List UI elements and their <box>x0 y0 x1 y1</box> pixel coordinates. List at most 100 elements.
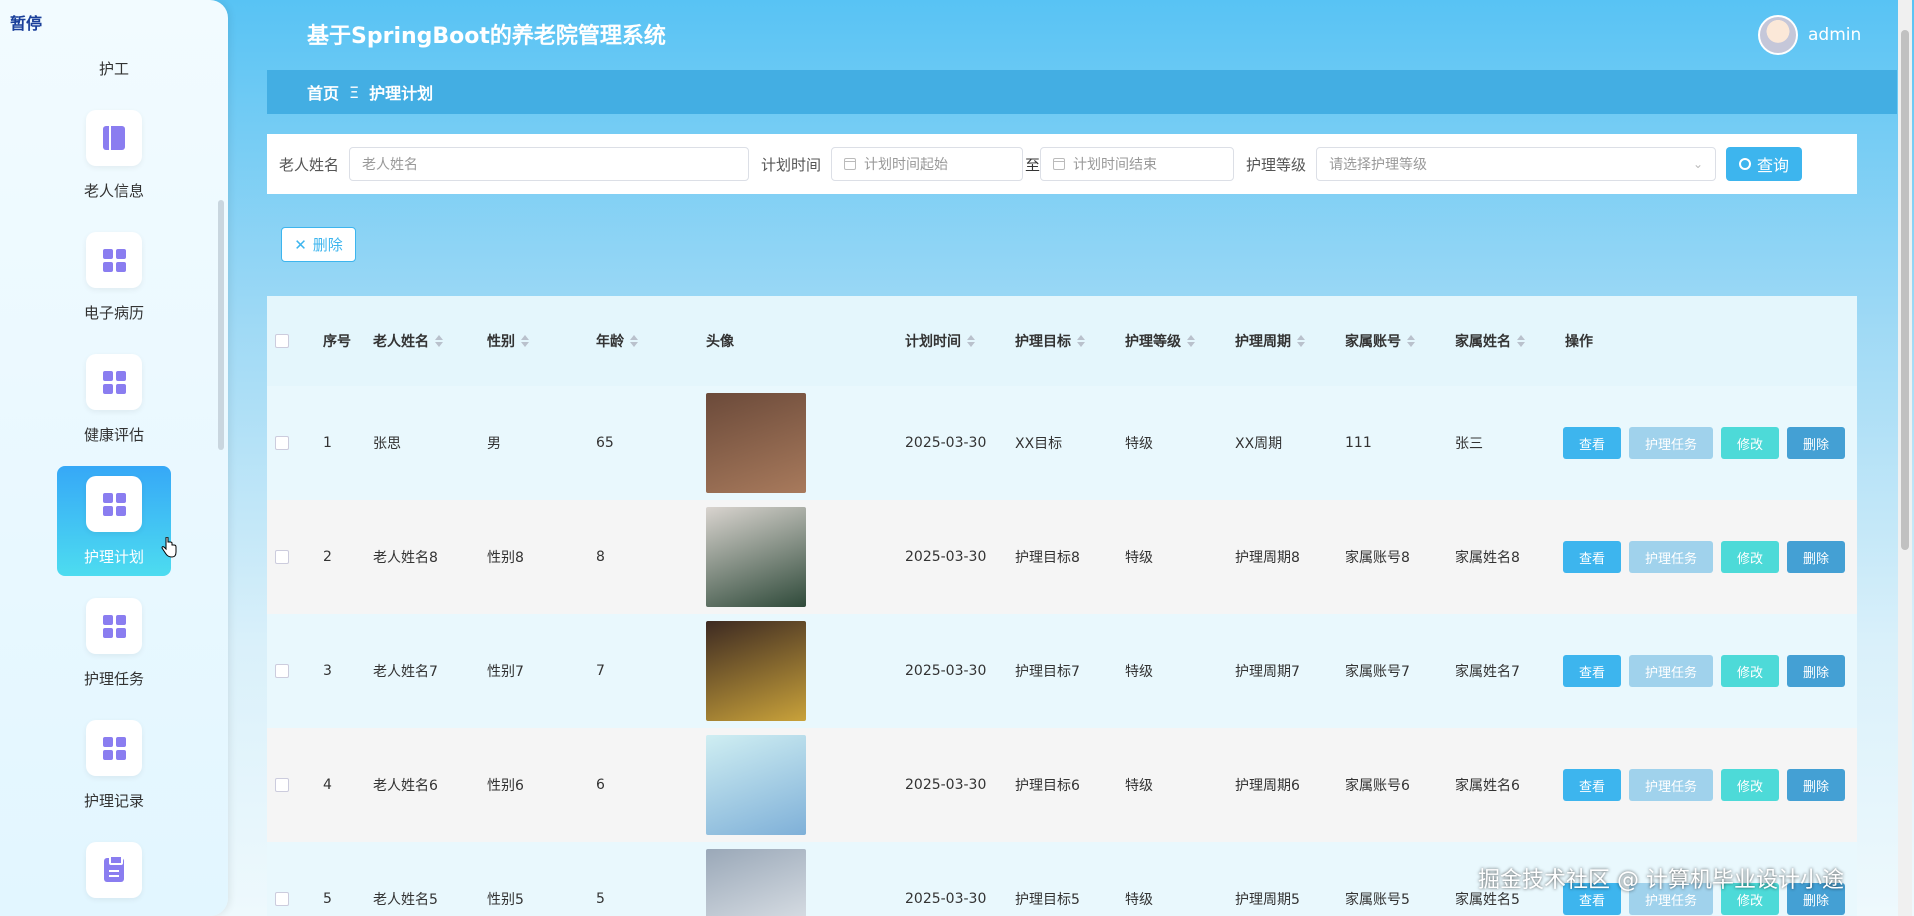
watermark: 掘金技术社区 @ 计算机毕业设计小途 <box>1478 862 1844 894</box>
sidebar-item-label: 护理任务 <box>57 668 171 689</box>
cell-account: 111 <box>1345 386 1372 500</box>
edit-button[interactable]: 修改 <box>1721 769 1779 801</box>
select-all-checkbox[interactable] <box>275 334 289 348</box>
col-header[interactable]: 年龄 <box>596 296 638 386</box>
name-input[interactable]: 老人姓名 <box>349 147 749 181</box>
sidebar-top-label[interactable]: 护工 <box>0 58 228 79</box>
sort-icon <box>1517 335 1525 347</box>
table-header: 序号 老人姓名 性别 年龄 头像 计划时间 护理目标 护理等级 护理周期 家属账… <box>267 296 1857 386</box>
cell-goal: 护理目标6 <box>1015 728 1080 842</box>
care-task-button[interactable]: 护理任务 <box>1629 427 1713 459</box>
cell-name: 张思 <box>373 386 401 500</box>
sort-icon <box>1297 335 1305 347</box>
edit-button[interactable]: 修改 <box>1721 427 1779 459</box>
col-header[interactable]: 护理周期 <box>1235 296 1305 386</box>
cell-no: 1 <box>323 386 332 500</box>
grid-icon <box>103 371 126 394</box>
col-header: 序号 <box>323 296 351 386</box>
cell-level: 特级 <box>1125 614 1153 728</box>
name-label: 老人姓名 <box>279 154 339 175</box>
sidebar-item-care-record[interactable]: 护理记录 <box>57 710 171 820</box>
level-label: 护理等级 <box>1246 154 1306 175</box>
sidebar-scrollbar[interactable] <box>218 200 224 450</box>
time-end-input[interactable]: 计划时间结束 <box>1040 147 1234 181</box>
level-select[interactable]: 请选择护理等级 ⌄ <box>1316 147 1716 181</box>
care-task-button[interactable]: 护理任务 <box>1629 769 1713 801</box>
batch-delete-button[interactable]: ✕ 删除 <box>281 227 356 262</box>
cell-no: 4 <box>323 728 332 842</box>
care-task-button[interactable]: 护理任务 <box>1629 655 1713 687</box>
query-button[interactable]: 查询 <box>1726 147 1802 181</box>
cell-name: 老人姓名5 <box>373 842 438 916</box>
row-checkbox[interactable] <box>275 664 289 678</box>
cell-time: 2025-03-30 <box>905 386 986 500</box>
cell-account: 家属账号8 <box>1345 500 1410 614</box>
sidebar-item-elder-info[interactable]: 老人信息 <box>57 100 171 210</box>
cell-level: 特级 <box>1125 842 1153 916</box>
cell-gender: 性别5 <box>487 842 524 916</box>
sidebar-item-more[interactable] <box>57 832 171 916</box>
elder-photo <box>706 621 806 721</box>
col-header[interactable]: 计划时间 <box>905 296 975 386</box>
elder-photo <box>706 393 806 493</box>
clipboard-icon <box>104 858 124 882</box>
row-checkbox[interactable] <box>275 436 289 450</box>
cell-no: 3 <box>323 614 332 728</box>
edit-button[interactable]: 修改 <box>1721 655 1779 687</box>
view-button[interactable]: 查看 <box>1563 541 1621 573</box>
breadcrumb-home[interactable]: 首页 <box>307 80 339 104</box>
time-start-input[interactable]: 计划时间起始 <box>831 147 1023 181</box>
sidebar-item-medical-record[interactable]: 电子病历 <box>57 222 171 332</box>
delete-button[interactable]: 删除 <box>1787 769 1845 801</box>
cell-family: 张三 <box>1455 386 1483 500</box>
col-header[interactable]: 性别 <box>487 296 529 386</box>
edit-button[interactable]: 修改 <box>1721 541 1779 573</box>
table-row: 4老人姓名6性别662025-03-30护理目标6特级护理周期6家属账号6家属姓… <box>267 728 1857 842</box>
cell-level: 特级 <box>1125 500 1153 614</box>
col-header[interactable]: 护理等级 <box>1125 296 1195 386</box>
cell-cycle: 护理周期8 <box>1235 500 1300 614</box>
username[interactable]: admin <box>1808 25 1861 45</box>
col-header[interactable]: 护理目标 <box>1015 296 1085 386</box>
breadcrumb-current: 护理计划 <box>369 80 433 104</box>
cell-age: 8 <box>596 500 605 614</box>
cell-age: 7 <box>596 614 605 728</box>
sidebar: 暂停 护工 老人信息 电子病历 健康评估 护理计划 护理任务 护理记录 <box>0 0 228 916</box>
view-button[interactable]: 查看 <box>1563 427 1621 459</box>
col-header[interactable]: 老人姓名 <box>373 296 443 386</box>
cell-gender: 性别6 <box>487 728 524 842</box>
cell-age: 6 <box>596 728 605 842</box>
view-button[interactable]: 查看 <box>1563 655 1621 687</box>
cell-level: 特级 <box>1125 386 1153 500</box>
calendar-icon <box>1053 158 1065 170</box>
cell-age: 65 <box>596 386 614 500</box>
row-checkbox[interactable] <box>275 550 289 564</box>
cell-cycle: 护理周期7 <box>1235 614 1300 728</box>
grid-icon <box>103 493 126 516</box>
row-checkbox[interactable] <box>275 892 289 906</box>
delete-button[interactable]: 删除 <box>1787 541 1845 573</box>
col-header[interactable]: 家属账号 <box>1345 296 1415 386</box>
sort-icon <box>521 335 529 347</box>
avatar[interactable] <box>1758 15 1798 55</box>
cell-cycle: 护理周期6 <box>1235 728 1300 842</box>
delete-button[interactable]: 删除 <box>1787 427 1845 459</box>
cell-level: 特级 <box>1125 728 1153 842</box>
cell-account: 家属账号7 <box>1345 614 1410 728</box>
row-checkbox[interactable] <box>275 778 289 792</box>
cell-name: 老人姓名6 <box>373 728 438 842</box>
scrollbar-thumb[interactable] <box>1901 30 1909 550</box>
care-task-button[interactable]: 护理任务 <box>1629 541 1713 573</box>
cell-time: 2025-03-30 <box>905 500 986 614</box>
cell-family: 家属姓名8 <box>1455 500 1520 614</box>
sidebar-item-care-task[interactable]: 护理任务 <box>57 588 171 698</box>
view-button[interactable]: 查看 <box>1563 769 1621 801</box>
app-page: 暂停 护工 老人信息 电子病历 健康评估 护理计划 护理任务 护理记录 <box>0 0 1914 916</box>
sidebar-item-care-plan[interactable]: 护理计划 <box>57 466 171 576</box>
col-header[interactable]: 家属姓名 <box>1455 296 1525 386</box>
delete-button[interactable]: 删除 <box>1787 655 1845 687</box>
page-scrollbar[interactable] <box>1898 0 1912 916</box>
search-icon <box>1739 158 1751 170</box>
sidebar-item-health-assessment[interactable]: 健康评估 <box>57 344 171 454</box>
cell-time: 2025-03-30 <box>905 614 986 728</box>
